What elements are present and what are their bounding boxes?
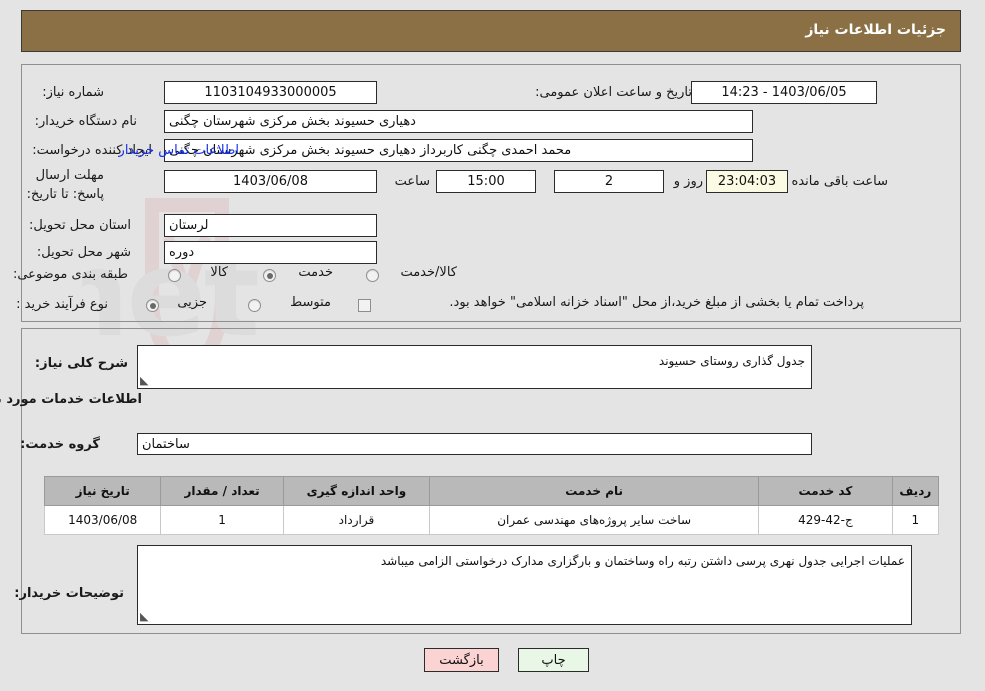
page-root: ArtaTender.net جزئیات اطلاعات نیاز شماره… (0, 0, 985, 691)
city-label: شهر محل تحویل: (37, 245, 132, 260)
table-row[interactable]: 1 ج-42-429 ساخت سایر پروژه‌های مهندسی عم… (44, 505, 941, 535)
cell-need-date: 1403/06/08 (44, 505, 163, 535)
province-label: استان محل تحویل: (30, 218, 132, 233)
service-group-field[interactable]: ساختمان (138, 433, 813, 455)
buyer-org-label: نام دستگاه خریدار: (35, 114, 138, 129)
classification-radio-kala-khedmat[interactable] (367, 269, 380, 282)
classification-radio-khedmat[interactable] (264, 269, 277, 282)
classification-label: طبقه بندی موضوعی: (13, 267, 129, 282)
treasury-note-checkbox[interactable] (359, 299, 372, 312)
general-description-label: شرح کلی نیاز: (35, 356, 129, 371)
page-title: جزئیات اطلاعات نیاز (806, 22, 947, 38)
classification-label-kala-khedmat[interactable]: کالا/خدمت (401, 265, 458, 280)
general-description-value: جدول گذاری روستای حسیوند (659, 354, 806, 368)
province-field[interactable]: لرستان (165, 214, 378, 237)
services-table: ردیف کد خدمت نام خدمت واحد اندازه گیری ت… (44, 476, 941, 535)
cell-name: ساخت سایر پروژه‌های مهندسی عمران (430, 505, 761, 535)
purchase-type-label-motevaset[interactable]: متوسط (291, 295, 332, 310)
classification-label-khedmat[interactable]: خدمت (299, 265, 334, 280)
deadline-date-field[interactable]: 1403/06/08 (165, 170, 378, 193)
general-description-textarea[interactable]: جدول گذاری روستای حسیوند ◢ (138, 345, 813, 389)
deadline-label: مهلت ارسال پاسخ: تا تاریخ: (27, 168, 105, 202)
col-code: کد خدمت (759, 476, 894, 506)
purchase-type-label: نوع فرآیند خرید : (17, 297, 109, 312)
announce-datetime-field[interactable]: 1403/06/05 - 14:23 (692, 81, 878, 104)
need-number-field[interactable]: 1103104933000005 (165, 81, 378, 104)
need-number-label: شماره نیاز: (43, 85, 105, 100)
remaining-time-suffix: ساعت باقی مانده (792, 174, 889, 189)
print-button[interactable]: چاپ (519, 648, 590, 672)
deadline-time-label: ساعت (395, 174, 431, 189)
cell-row: 1 (892, 505, 941, 535)
purchase-type-label-jozi[interactable]: جزیی (178, 295, 208, 310)
cell-code: ج-42-429 (759, 505, 894, 535)
treasury-note-text: پرداخت تمام یا بخشی از مبلغ خرید،از محل … (450, 295, 865, 310)
classification-radio-kala[interactable] (169, 269, 182, 282)
city-field[interactable]: دوره (165, 241, 378, 264)
service-group-label: گروه خدمت: (21, 437, 101, 452)
back-button[interactable]: بازگشت (425, 648, 500, 672)
col-need-date: تاریخ نیاز (44, 476, 163, 506)
col-name: نام خدمت (430, 476, 761, 506)
purchase-type-radio-motevaset[interactable] (249, 299, 262, 312)
cell-unit: قرارداد (283, 505, 432, 535)
services-section-title: اطلاعات خدمات مورد نیاز (0, 392, 143, 407)
resize-grip-icon[interactable]: ◢ (141, 374, 153, 387)
page-header-bar: جزئیات اطلاعات نیاز (22, 10, 962, 52)
col-unit: واحد اندازه گیری (283, 476, 432, 506)
cell-quantity: 1 (161, 505, 285, 535)
remaining-time-countdown: 23:04:03 (707, 170, 789, 193)
col-quantity: تعداد / مقدار (161, 476, 285, 506)
buyer-notes-label: توضیحات خریدار: (15, 586, 125, 601)
buyer-contact-link[interactable]: اطلاعات تماس خریدار (120, 143, 240, 158)
classification-label-kala[interactable]: کالا (211, 265, 229, 280)
announce-datetime-label: تاریخ و ساعت اعلان عمومی: (536, 85, 693, 100)
resize-grip-icon[interactable]: ◢ (141, 610, 153, 623)
buyer-org-field[interactable]: دهیاری حسیوند بخش مرکزی شهرستان چگنی (165, 110, 754, 133)
remaining-days-field[interactable]: 2 (555, 170, 665, 193)
remaining-days-suffix: روز و (674, 174, 704, 189)
purchase-type-radio-jozi[interactable] (147, 299, 160, 312)
buyer-notes-value: عملیات اجرایی جدول نهری پرسی داشتن رتبه … (381, 554, 906, 568)
deadline-time-field[interactable]: 15:00 (437, 170, 537, 193)
table-header-row: ردیف کد خدمت نام خدمت واحد اندازه گیری ت… (44, 476, 941, 506)
requester-field[interactable]: محمد احمدی چگنی کاربرداز دهیاری حسیوند ب… (165, 139, 754, 162)
col-row: ردیف (892, 476, 941, 506)
buyer-notes-textarea[interactable]: عملیات اجرایی جدول نهری پرسی داشتن رتبه … (138, 545, 913, 625)
